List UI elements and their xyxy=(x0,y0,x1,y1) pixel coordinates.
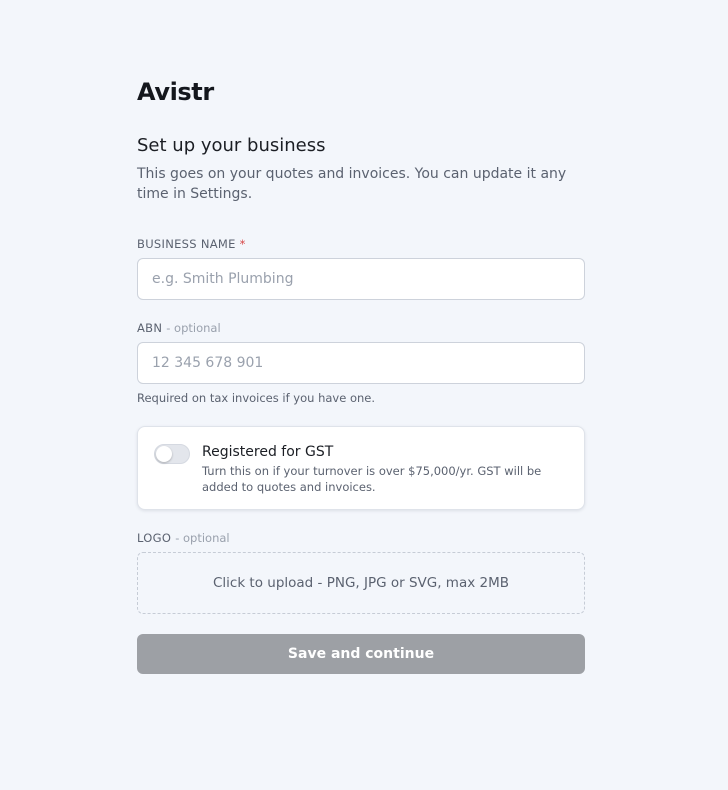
required-marker: * xyxy=(239,237,246,251)
abn-input[interactable] xyxy=(137,342,585,384)
gst-description: Turn this on if your turnover is over $7… xyxy=(202,464,542,494)
gst-card: Registered for GST Turn this on if your … xyxy=(137,426,585,510)
logo-upload-dropzone[interactable]: Click to upload - PNG, JPG or SVG, max 2… xyxy=(137,552,585,614)
abn-optional-text: - optional xyxy=(166,321,221,335)
abn-label: ABN - optional xyxy=(137,320,221,336)
page-title: Set up your business xyxy=(137,135,326,156)
business-name-label-text: BUSINESS NAME xyxy=(137,237,236,251)
logo-label-text: LOGO xyxy=(137,531,172,545)
gst-toggle[interactable] xyxy=(154,444,190,464)
logo-label: LOGO - optional xyxy=(137,530,230,546)
gst-toggle-knob xyxy=(156,446,172,462)
gst-title: Registered for GST xyxy=(202,444,334,460)
logo-optional-text: - optional xyxy=(175,531,230,545)
business-name-input[interactable] xyxy=(137,258,585,300)
abn-label-text: ABN xyxy=(137,321,163,335)
save-and-continue-button[interactable]: Save and continue xyxy=(137,634,585,674)
business-name-label: BUSINESS NAME * xyxy=(137,236,246,252)
brand-logo-text: Avistr xyxy=(137,78,214,106)
setup-page: Avistr Set up your business This goes on… xyxy=(0,0,728,790)
logo-upload-text: Click to upload - PNG, JPG or SVG, max 2… xyxy=(212,575,510,591)
abn-help-text: Required on tax invoices if you have one… xyxy=(137,391,376,405)
page-subtitle: This goes on your quotes and invoices. Y… xyxy=(137,166,567,202)
